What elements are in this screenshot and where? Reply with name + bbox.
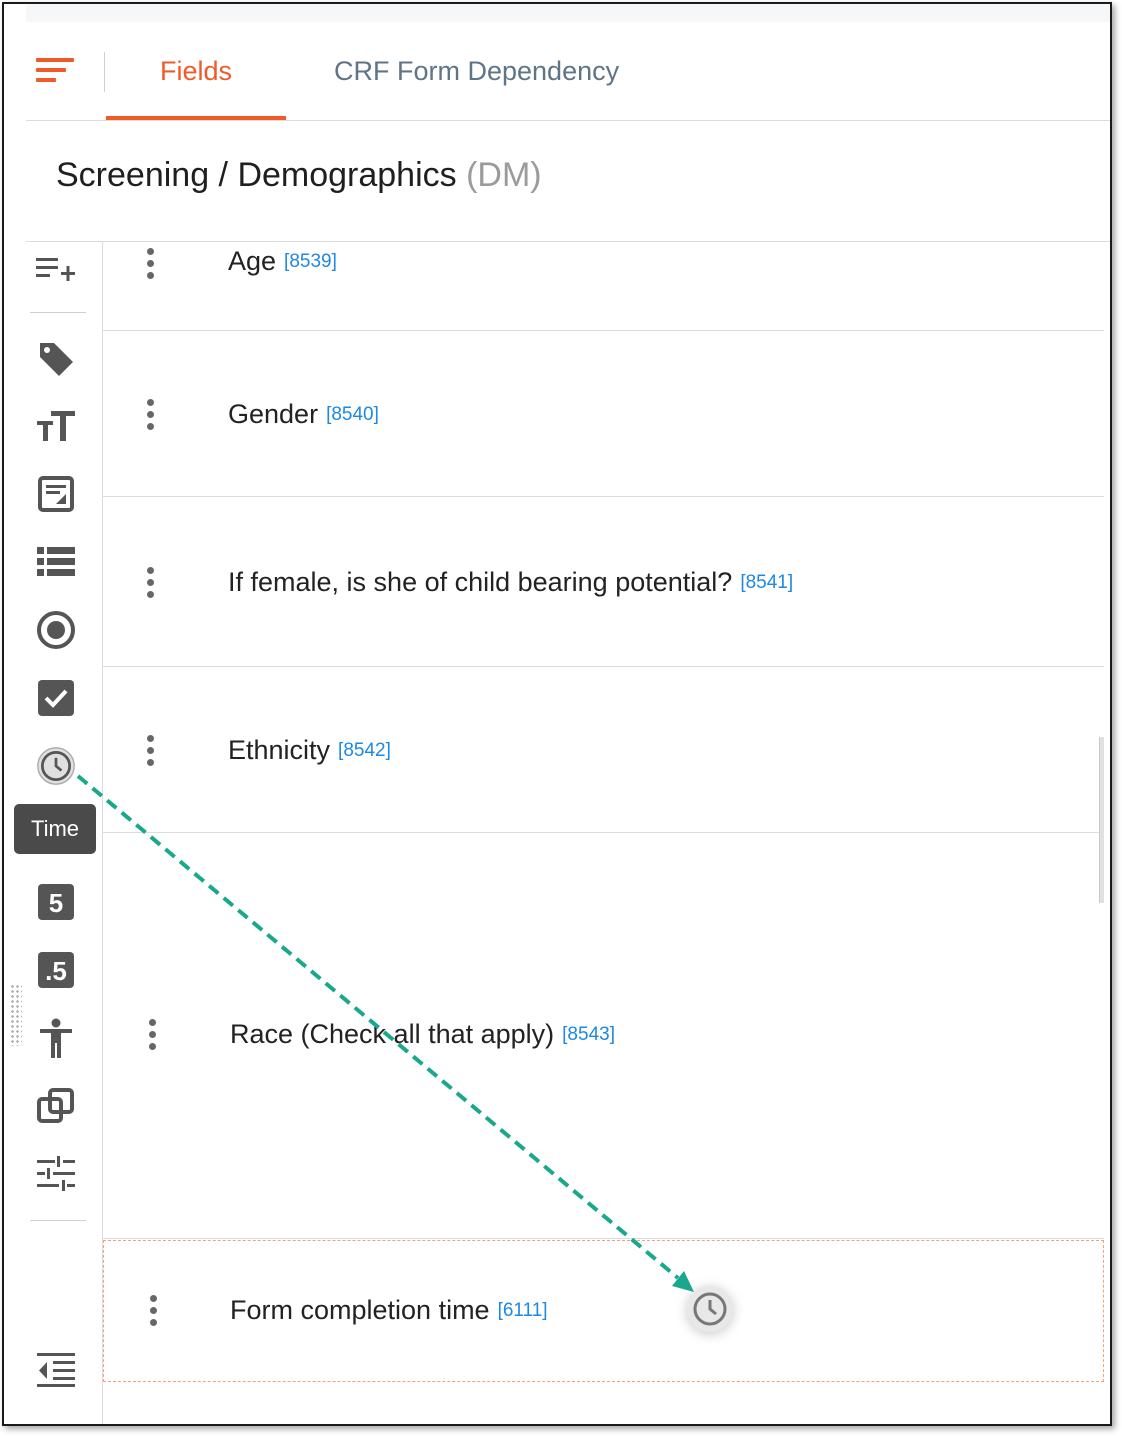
dragged-clock-icon[interactable] xyxy=(687,1286,733,1332)
copy-icon[interactable] xyxy=(36,1086,76,1126)
field-name: Gender xyxy=(228,399,319,429)
kebab-menu-icon[interactable] xyxy=(147,399,155,433)
field-name: Form completion time xyxy=(230,1295,490,1325)
list-item[interactable]: If female, is she of child bearing poten… xyxy=(103,497,1104,667)
page-title: Screening / Demographics (DM) xyxy=(56,156,542,195)
accessibility-icon[interactable] xyxy=(36,1018,76,1058)
field-label: Race (Check all that apply) [8543] xyxy=(230,1019,615,1050)
tab-fields[interactable]: Fields xyxy=(106,22,286,120)
field-name: Age xyxy=(228,246,277,276)
field-list: Age [8539] Gender [8540] If female, is she… xyxy=(103,242,1104,1424)
field-label: If female, is she of child bearing poten… xyxy=(228,567,793,598)
field-label: Gender [8540] xyxy=(228,399,379,430)
svg-text:.5: .5 xyxy=(45,956,67,986)
resize-handle[interactable] xyxy=(10,984,22,1046)
tab-crf-form-dependency[interactable]: CRF Form Dependency xyxy=(334,22,619,120)
field-id-link[interactable]: [6111] xyxy=(498,1300,548,1321)
kebab-menu-icon[interactable] xyxy=(150,1295,158,1329)
field-label: Form completion time [6111] xyxy=(230,1295,548,1326)
list-icon[interactable] xyxy=(36,542,76,582)
field-name: Race (Check all that apply) xyxy=(230,1019,555,1049)
sliders-icon[interactable] xyxy=(36,1154,76,1194)
tooltip: Time xyxy=(14,804,96,854)
svg-text:5: 5 xyxy=(49,888,63,918)
field-id-link[interactable]: [8540] xyxy=(326,404,379,425)
kebab-menu-icon[interactable] xyxy=(149,1019,157,1053)
kebab-menu-icon[interactable] xyxy=(147,248,155,282)
collapse-icon[interactable] xyxy=(36,1350,76,1390)
checkbox-icon[interactable] xyxy=(36,678,76,718)
field-label: Age [8539] xyxy=(228,246,337,277)
clock-icon[interactable] xyxy=(36,746,76,786)
field-label: Ethnicity [8542] xyxy=(228,735,391,766)
form-title-text: Screening / Demographics xyxy=(56,156,457,194)
decimal-icon[interactable]: .5 xyxy=(36,950,76,990)
add-field-icon[interactable] xyxy=(36,250,76,290)
note-icon[interactable] xyxy=(36,474,76,514)
radio-icon[interactable] xyxy=(36,610,76,650)
form-code: (DM) xyxy=(466,156,542,194)
integer-icon[interactable]: 5 xyxy=(36,882,76,922)
app-window: Fields CRF Form Dependency Screening / D… xyxy=(2,2,1112,1426)
field-name: Ethnicity xyxy=(228,735,331,765)
field-id-link[interactable]: [8543] xyxy=(562,1024,615,1045)
field-id-link[interactable]: [8539] xyxy=(284,251,337,272)
field-id-link[interactable]: [8541] xyxy=(740,572,793,593)
drop-target-row[interactable]: Form completion time [6111] xyxy=(103,1240,1104,1382)
kebab-menu-icon[interactable] xyxy=(147,567,155,601)
kebab-menu-icon[interactable] xyxy=(147,735,155,769)
tag-icon[interactable] xyxy=(36,338,76,378)
field-name: If female, is she of child bearing poten… xyxy=(228,567,733,597)
menu-icon[interactable] xyxy=(36,58,76,88)
list-item[interactable]: Ethnicity [8542] xyxy=(103,667,1104,833)
text-size-icon[interactable] xyxy=(36,406,76,446)
list-item[interactable]: Gender [8540] xyxy=(103,331,1104,497)
header: Fields CRF Form Dependency xyxy=(26,22,1110,121)
header-divider xyxy=(104,52,105,92)
list-item[interactable]: Age [8539] xyxy=(103,242,1104,331)
scrollbar[interactable] xyxy=(1099,737,1104,903)
list-item[interactable]: Race (Check all that apply) [8543] xyxy=(103,833,1104,1239)
field-id-link[interactable]: [8542] xyxy=(338,740,391,761)
toolbar-separator xyxy=(30,312,86,313)
toolbar-separator xyxy=(30,1220,86,1221)
top-strip xyxy=(26,4,1110,22)
